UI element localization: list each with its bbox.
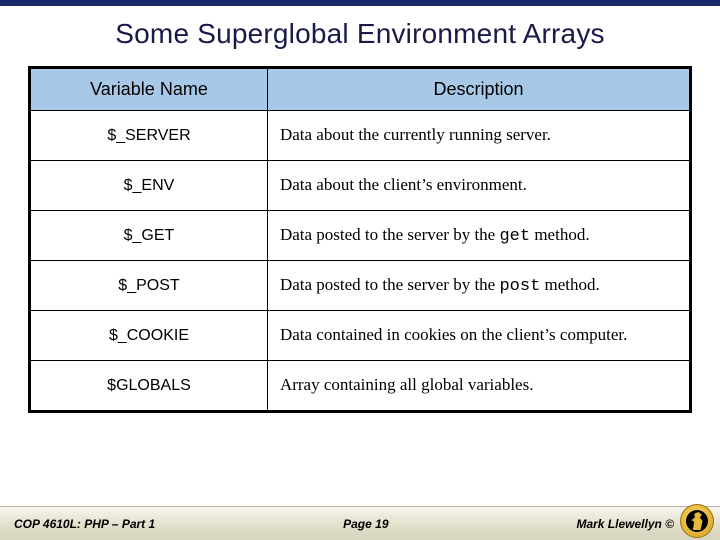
table-row: $GLOBALS Array containing all global var… <box>30 361 691 412</box>
cell-desc: Array containing all global variables. <box>267 361 690 412</box>
table-row: $_COOKIE Data contained in cookies on th… <box>30 311 691 361</box>
slide-title: Some Superglobal Environment Arrays <box>28 18 692 50</box>
cell-var: $_ENV <box>30 161 268 211</box>
cell-var: $_GET <box>30 211 268 261</box>
cell-desc: Data posted to the server by the get met… <box>267 211 690 261</box>
cell-desc: Data posted to the server by the post me… <box>267 261 690 311</box>
superglobals-table: Variable Name Description $_SERVER Data … <box>28 66 692 413</box>
cell-desc: Data about the client’s environment. <box>267 161 690 211</box>
slide-body: Some Superglobal Environment Arrays Vari… <box>0 6 720 413</box>
table-row: $_SERVER Data about the currently runnin… <box>30 111 691 161</box>
cell-var: $_COOKIE <box>30 311 268 361</box>
table-row: $_ENV Data about the client’s environmen… <box>30 161 691 211</box>
cell-desc: Data contained in cookies on the client’… <box>267 311 690 361</box>
slide-footer: COP 4610L: PHP – Part 1 Page 19 Mark Lle… <box>0 506 720 540</box>
cell-desc: Data about the currently running server. <box>267 111 690 161</box>
footer-course: COP 4610L: PHP – Part 1 <box>0 517 155 531</box>
header-variable-name: Variable Name <box>30 68 268 111</box>
table-header-row: Variable Name Description <box>30 68 691 111</box>
table-row: $_POST Data posted to the server by the … <box>30 261 691 311</box>
cell-var: $GLOBALS <box>30 361 268 412</box>
cell-var: $_SERVER <box>30 111 268 161</box>
footer-page: Page 19 <box>155 517 576 531</box>
ucf-seal-icon <box>680 504 714 538</box>
cell-var: $_POST <box>30 261 268 311</box>
table-row: $_GET Data posted to the server by the g… <box>30 211 691 261</box>
header-description: Description <box>267 68 690 111</box>
